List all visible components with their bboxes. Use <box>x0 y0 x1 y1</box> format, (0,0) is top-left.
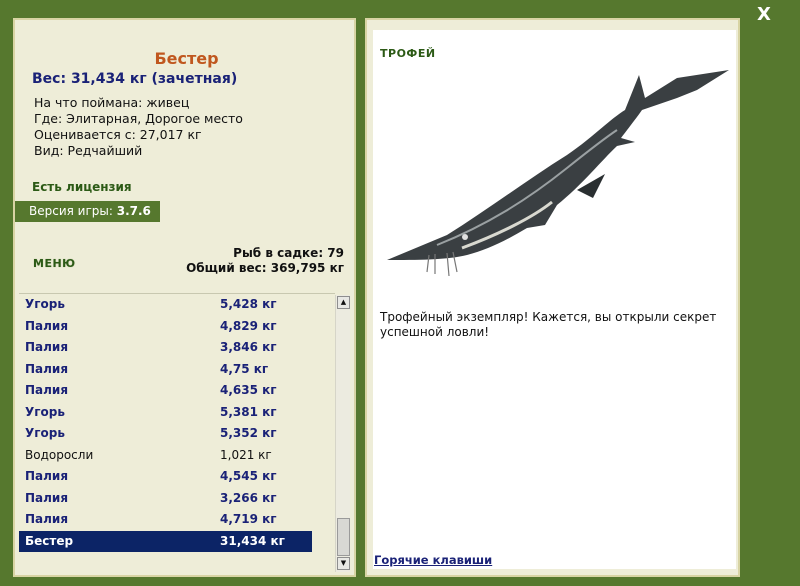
catch-row[interactable]: Бестер 31,434 кг <box>19 530 312 552</box>
catch-scrollbar[interactable]: ▲ ▼ <box>335 295 350 572</box>
catch-row[interactable]: Палия 4,75 кг <box>19 359 335 381</box>
catch-list: Угорь 5,428 кг Палия 4,829 кг Палия 3,846 кг П… <box>19 293 335 573</box>
catch-row[interactable]: Палия 4,635 кг <box>19 380 335 402</box>
catch-row[interactable]: Палия 3,266 кг <box>19 488 335 510</box>
catch-row[interactable]: Палия 4,545 кг <box>19 466 335 488</box>
catch-fish-weight: 5,428 кг <box>220 297 277 311</box>
version-box: Версия игры: 3.7.6 <box>15 201 160 222</box>
catch-fish-weight: 5,381 кг <box>220 404 277 419</box>
catch-fish-weight: 4,75 кг <box>220 361 269 376</box>
catch-fish-name: Палия <box>25 361 69 376</box>
catch-fish-name: Палия <box>25 469 69 483</box>
detail-bait: На что поймана: живец <box>34 95 190 110</box>
version-value: 3.7.6 <box>116 204 151 218</box>
scroll-thumb[interactable] <box>337 518 350 556</box>
fish-count: Рыб в садке: 79 <box>233 246 344 260</box>
catch-fish-weight: 3,266 кг <box>220 490 277 505</box>
keepnet-totals: Рыб в садке: 79 Общий вес: 369,795 кг <box>186 246 344 276</box>
detail-rated-from: Оценивается с: 27,017 кг <box>34 127 202 142</box>
catch-fish-name: Палия <box>25 383 69 397</box>
catch-fish-name: Палия <box>25 490 69 505</box>
catch-fish-name: Палия <box>25 318 69 333</box>
license-status: Есть лицензия <box>32 180 132 194</box>
catch-fish-weight: 1,021 кг <box>220 447 272 462</box>
catch-row[interactable]: Водоросли 1,021 кг <box>19 445 335 467</box>
trophy-message: Трофейный экземпляр! Кажется, вы открыли… <box>380 310 717 339</box>
catch-row[interactable]: Угорь 5,352 кг <box>19 423 335 445</box>
menu-button[interactable]: МЕНЮ <box>33 257 76 270</box>
scroll-up-icon[interactable]: ▲ <box>337 296 350 309</box>
trophy-panel: ТРОФЕЙ Трофейный экземпляр! Кажется, вы … <box>365 18 740 577</box>
fish-details: На что поймана: живец Где: Элитарная, До… <box>34 95 243 159</box>
catch-fish-weight: 4,719 кг <box>220 512 277 526</box>
catch-fish-name: Водоросли <box>25 447 94 462</box>
catch-fish-weight: 4,829 кг <box>220 318 277 333</box>
catch-fish-name: Палия <box>25 512 69 526</box>
version-label: Версия игры: <box>29 204 113 218</box>
scroll-down-icon[interactable]: ▼ <box>337 557 350 570</box>
catch-fish-name: Угорь <box>25 297 65 311</box>
fish-info-panel: Бестер Вес: 31,434 кг (зачетная) На что … <box>13 18 356 577</box>
catch-fish-weight: 4,635 кг <box>220 383 277 397</box>
catch-fish-weight: 3,846 кг <box>220 340 277 354</box>
catch-row[interactable]: Угорь 5,381 кг <box>19 402 335 424</box>
catch-fish-weight: 4,545 кг <box>220 469 277 483</box>
catch-fish-name: Угорь <box>25 426 65 440</box>
hotkeys-link[interactable]: Горячие клавиши <box>374 553 492 567</box>
sturgeon-image <box>387 70 729 277</box>
catch-fish-weight: 31,434 кг <box>220 533 285 548</box>
catch-fish-name: Палия <box>25 340 69 354</box>
fish-weight: Вес: 31,434 кг (зачетная) <box>32 71 238 87</box>
total-weight: Общий вес: 369,795 кг <box>186 261 344 275</box>
catch-row[interactable]: Палия 3,846 кг <box>19 337 335 359</box>
close-button[interactable]: X <box>752 4 776 26</box>
catch-row[interactable]: Угорь 5,428 кг <box>19 294 335 316</box>
detail-location: Где: Элитарная, Дорогое место <box>34 111 243 126</box>
fish-name: Бестер <box>154 49 219 68</box>
catch-row[interactable]: Палия 4,829 кг <box>19 316 335 338</box>
catch-fish-name: Угорь <box>25 404 65 419</box>
catch-row[interactable]: Палия 4,719 кг <box>19 509 335 531</box>
detail-rarity: Вид: Редчайший <box>34 143 143 158</box>
catch-fish-weight: 5,352 кг <box>220 426 277 440</box>
catch-fish-name: Бестер <box>25 533 74 548</box>
